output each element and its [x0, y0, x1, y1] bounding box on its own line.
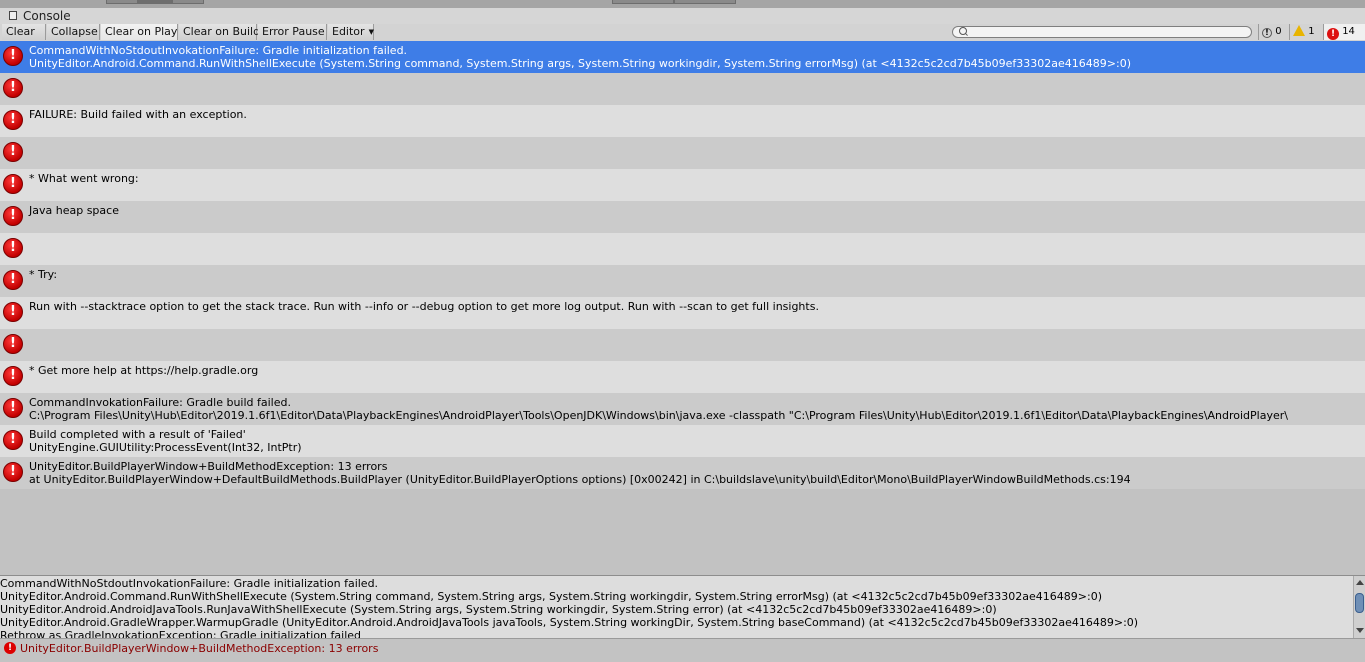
error-icon: !: [3, 78, 23, 98]
clear-on-play-toggle[interactable]: Clear on Play: [101, 24, 178, 40]
dock-tab-stub[interactable]: [612, 0, 674, 4]
log-entry[interactable]: ! Run with --stacktrace option to get th…: [0, 297, 1365, 329]
log-entry-stack: UnityEditor.Android.Command.RunWithShell…: [29, 57, 1131, 70]
info-count-toggle[interactable]: ! 0: [1258, 24, 1288, 40]
info-icon: !: [1262, 28, 1272, 38]
log-entry-message: UnityEditor.BuildPlayerWindow+BuildMetho…: [29, 460, 388, 473]
warning-icon: [1293, 25, 1305, 36]
detail-line: UnityEditor.Android.GradleWrapper.Warmup…: [0, 616, 1139, 629]
error-icon: !: [3, 238, 23, 258]
search-icon: [959, 27, 967, 35]
error-icon: !: [1327, 28, 1339, 40]
log-detail-pane[interactable]: CommandWithNoStdoutInvokationFailure: Gr…: [0, 576, 1353, 638]
log-entry[interactable]: ! * What went wrong:: [0, 169, 1365, 201]
log-entry-message: Build completed with a result of 'Failed…: [29, 428, 246, 441]
error-icon: !: [3, 206, 23, 226]
editor-dropdown-label: Editor: [332, 25, 365, 38]
detail-line: Rethrow as GradleInvokationException: Gr…: [0, 629, 362, 638]
scroll-thumb[interactable]: [1355, 593, 1364, 613]
error-count: 14: [1342, 26, 1355, 37]
console-tab[interactable]: Console: [0, 8, 1365, 25]
error-icon: !: [3, 398, 23, 418]
log-entry[interactable]: ! Build completed with a result of 'Fail…: [0, 425, 1365, 457]
scroll-down-icon[interactable]: [1356, 628, 1364, 633]
clear-on-build-toggle[interactable]: Clear on Build: [179, 24, 260, 40]
log-entry-stack: UnityEngine.GUIUtility:ProcessEvent(Int3…: [29, 441, 302, 454]
error-icon: !: [3, 270, 23, 290]
log-entry[interactable]: !: [0, 137, 1365, 169]
error-icon: !: [3, 110, 23, 130]
error-icon: !: [3, 174, 23, 194]
log-entry[interactable]: !: [0, 73, 1365, 105]
dock-tab-stub[interactable]: [172, 0, 204, 4]
log-entry-message: Java heap space: [29, 204, 119, 217]
dock-tab-stub[interactable]: [106, 0, 138, 4]
status-bar[interactable]: ! UnityEditor.BuildPlayerWindow+BuildMet…: [0, 638, 1365, 662]
log-entry-message: CommandInvokationFailure: Gradle build f…: [29, 396, 291, 409]
log-entry-message: * Get more help at https://help.gradle.o…: [29, 364, 259, 377]
console-window-icon: [9, 11, 17, 20]
log-entry-message: * Try:: [29, 268, 58, 281]
scroll-up-icon[interactable]: [1356, 580, 1364, 585]
log-entry[interactable]: ! * Get more help at https://help.gradle…: [0, 361, 1365, 393]
editor-dropdown[interactable]: Editor ▼: [328, 24, 374, 40]
detail-scrollbar[interactable]: [1353, 576, 1365, 638]
log-entry-message: FAILURE: Build failed with an exception.: [29, 108, 247, 121]
dock-tab-stub[interactable]: [138, 0, 172, 4]
error-pause-toggle[interactable]: Error Pause: [258, 24, 327, 40]
error-icon: !: [3, 142, 23, 162]
log-entry-message: Run with --stacktrace option to get the …: [29, 300, 819, 313]
status-message: UnityEditor.BuildPlayerWindow+BuildMetho…: [20, 642, 379, 655]
log-entry[interactable]: ! FAILURE: Build failed with an exceptio…: [0, 105, 1365, 137]
clear-button[interactable]: Clear: [2, 24, 46, 40]
error-icon: !: [4, 642, 16, 654]
log-entry[interactable]: ! * Try:: [0, 265, 1365, 297]
log-entry-message: CommandWithNoStdoutInvokationFailure: Gr…: [29, 44, 408, 57]
warning-count-toggle[interactable]: 1: [1289, 24, 1322, 40]
log-entry-stack: C:\Program Files\Unity\Hub\Editor\2019.1…: [29, 409, 1288, 422]
window-title: Console: [23, 9, 71, 23]
log-entry[interactable]: ! CommandInvokationFailure: Gradle build…: [0, 393, 1365, 425]
dock-tab-stub[interactable]: [674, 0, 736, 4]
log-entry[interactable]: !: [0, 233, 1365, 265]
error-count-toggle[interactable]: ! 14: [1323, 24, 1365, 40]
error-icon: !: [3, 430, 23, 450]
log-entry-stack: at UnityEditor.BuildPlayerWindow+Default…: [29, 473, 1131, 486]
error-icon: !: [3, 334, 23, 354]
log-entry[interactable]: ! UnityEditor.BuildPlayerWindow+BuildMet…: [0, 457, 1365, 489]
error-icon: !: [3, 302, 23, 322]
info-count: 0: [1275, 26, 1282, 37]
log-entry[interactable]: !: [0, 329, 1365, 361]
error-icon: !: [3, 462, 23, 482]
error-icon: !: [3, 46, 23, 66]
detail-line: UnityEditor.Android.Command.RunWithShell…: [0, 590, 1102, 603]
error-icon: !: [3, 366, 23, 386]
warning-count: 1: [1308, 26, 1315, 37]
top-dock-strip: [0, 0, 1365, 8]
search-input[interactable]: [952, 26, 1252, 38]
console-toolbar: Clear Collapse Clear on Play Clear on Bu…: [0, 24, 1365, 42]
detail-line: CommandWithNoStdoutInvokationFailure: Gr…: [0, 577, 379, 590]
chevron-down-icon: ▼: [368, 28, 374, 36]
log-entry[interactable]: ! CommandWithNoStdoutInvokationFailure: …: [0, 41, 1365, 73]
log-entry-list[interactable]: ! CommandWithNoStdoutInvokationFailure: …: [0, 41, 1365, 575]
detail-line: UnityEditor.Android.AndroidJavaTools.Run…: [0, 603, 997, 616]
log-entry-message: * What went wrong:: [29, 172, 139, 185]
collapse-button[interactable]: Collapse: [47, 24, 100, 40]
log-entry[interactable]: ! Java heap space: [0, 201, 1365, 233]
